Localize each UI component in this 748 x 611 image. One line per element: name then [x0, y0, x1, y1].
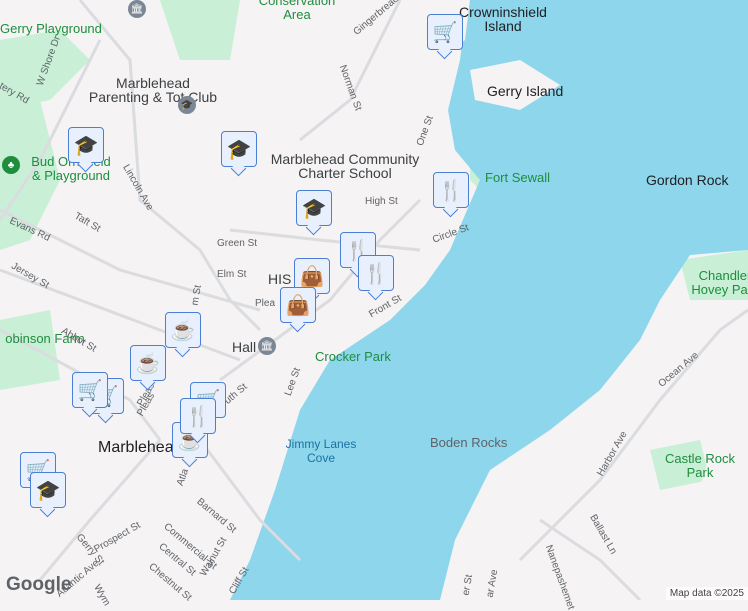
- coffee-marker[interactable]: ☕: [130, 345, 166, 381]
- street-label: Green St: [217, 238, 258, 249]
- place-label-hall[interactable]: Hall: [232, 340, 256, 354]
- education-icon: 🎓: [226, 138, 252, 161]
- restaurant-marker[interactable]: 🍴: [180, 398, 216, 434]
- grocery-icon: 🛒: [77, 379, 103, 402]
- place-label-charter-school[interactable]: Marblehead Community Charter School: [265, 152, 425, 180]
- restaurant-marker[interactable]: 🍴: [433, 172, 469, 208]
- grocery-marker[interactable]: 🛒: [72, 372, 108, 408]
- restaurant-icon: 🍴: [185, 405, 211, 428]
- town-hall-icon[interactable]: 🏛: [258, 337, 276, 355]
- map[interactable]: Gerry Playground Conservation Area Crownin…: [0, 0, 748, 611]
- park-icon[interactable]: ♣: [2, 156, 20, 174]
- map-attribution[interactable]: Map data ©2025: [665, 587, 748, 600]
- museum-icon[interactable]: 🏛: [128, 0, 146, 18]
- grocery-icon: 🛒: [432, 21, 458, 44]
- place-label-gerry-playground[interactable]: Gerry Playground: [0, 22, 102, 36]
- coffee-icon: ☕: [170, 319, 196, 342]
- place-label-fort-sewall[interactable]: Fort Sewall: [485, 171, 550, 185]
- education-marker[interactable]: 🎓: [68, 127, 104, 163]
- education-marker[interactable]: 🎓: [296, 190, 332, 226]
- place-label-boden-rocks[interactable]: Boden Rocks: [430, 436, 507, 450]
- restaurant-icon: 🍴: [363, 262, 389, 285]
- coffee-icon: ☕: [135, 352, 161, 375]
- street-label: Elm St: [217, 269, 247, 280]
- place-label-crowninshield-island[interactable]: Crowninshield Island: [458, 5, 548, 33]
- place-label-crocker-park[interactable]: Crocker Park: [315, 350, 391, 364]
- restaurant-marker[interactable]: 🍴: [358, 255, 394, 291]
- street-label: Plea: [255, 298, 276, 309]
- place-label-gordon-rock[interactable]: Gordon Rock: [646, 173, 728, 187]
- place-label-historic[interactable]: HIS: [268, 272, 291, 286]
- coffee-marker[interactable]: ☕: [165, 312, 201, 348]
- shopping-icon: 👜: [285, 294, 311, 317]
- restaurant-icon: 🍴: [438, 179, 464, 202]
- place-label-castle-rock[interactable]: Castle Rock Park: [655, 452, 745, 480]
- education-marker[interactable]: 🎓: [221, 131, 257, 167]
- school-poi-icon[interactable]: 🎓: [178, 96, 196, 114]
- grocery-marker[interactable]: 🛒: [427, 14, 463, 50]
- shopping-icon: 👜: [299, 265, 325, 288]
- education-icon: 🎓: [301, 197, 327, 220]
- place-label-tot-club[interactable]: Marblehead Parenting & Tot Club: [88, 76, 218, 104]
- education-marker[interactable]: 🎓: [30, 472, 66, 508]
- place-label-gerry-island[interactable]: Gerry Island: [487, 84, 563, 98]
- shopping-marker[interactable]: 👜: [280, 287, 316, 323]
- education-icon: 🎓: [35, 479, 61, 502]
- place-label-jimmy-lanes-cove[interactable]: Jimmy Lanes Cove: [276, 437, 366, 465]
- place-label-conservation-area[interactable]: Conservation Area: [252, 0, 342, 22]
- place-label-marblehead[interactable]: Marblehead: [98, 440, 183, 456]
- street-label: High St: [365, 196, 398, 207]
- google-logo[interactable]: Google: [6, 574, 71, 596]
- education-icon: 🎓: [73, 134, 99, 157]
- place-label-chandler-hovey[interactable]: Chandler Hovey Park: [680, 269, 748, 297]
